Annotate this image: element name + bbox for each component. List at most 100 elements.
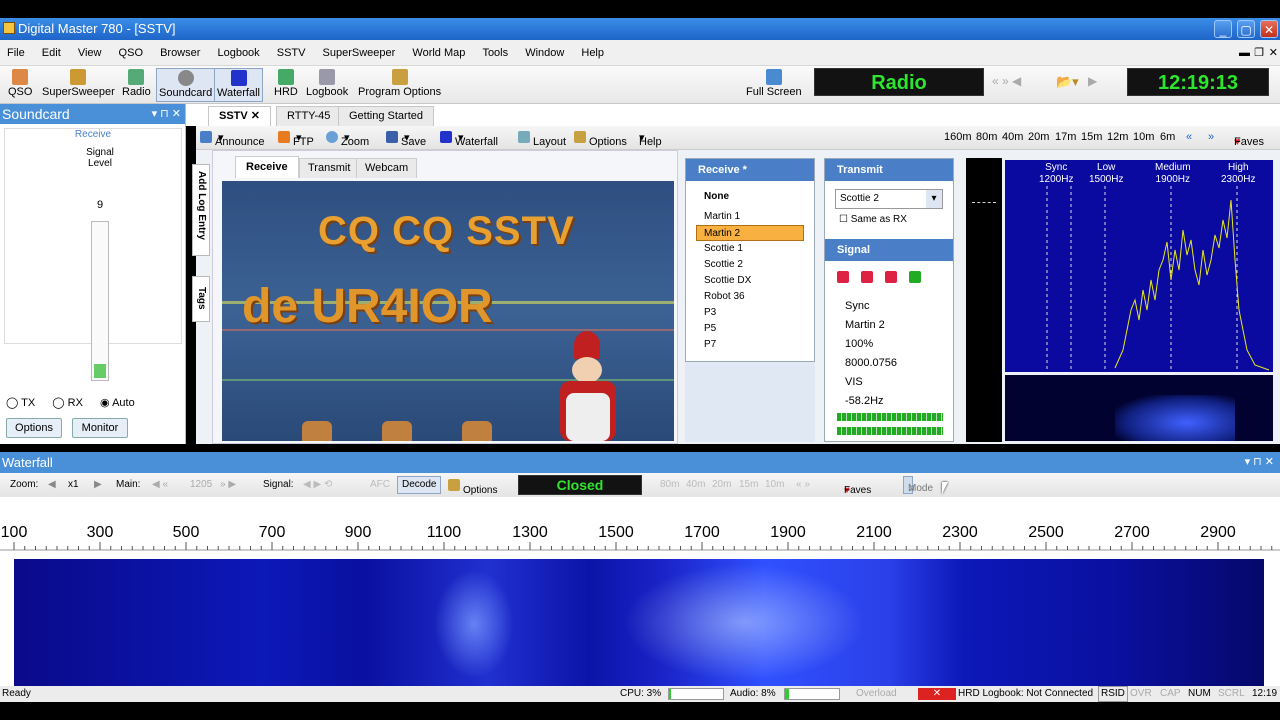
- zoom-right-icon[interactable]: ▶: [94, 479, 102, 490]
- band-10m[interactable]: 10m: [765, 479, 784, 490]
- waterfall-view-button[interactable]: Waterfall ▾: [440, 131, 498, 148]
- band-20m[interactable]: 20m: [712, 479, 731, 490]
- tx-radio[interactable]: ◯ TX: [6, 397, 35, 409]
- band-20m[interactable]: 20m: [1028, 131, 1049, 143]
- signal-nav-icon[interactable]: ◀ ▶ ⟲: [303, 479, 332, 490]
- band-15m[interactable]: 15m: [739, 479, 758, 490]
- waterfall-image[interactable]: [14, 559, 1264, 686]
- maximize-button[interactable]: ▢: [1237, 20, 1255, 38]
- band-15m[interactable]: 15m: [1081, 131, 1102, 143]
- receive-mode-item[interactable]: Scottie 1: [686, 241, 814, 257]
- band-nav-icon[interactable]: « »: [796, 479, 810, 490]
- menu-edit[interactable]: Edit: [35, 40, 68, 66]
- sstv-toolbar: Announce ▾ FTP ▾ Zoom ▾ Save ▾ Waterfall…: [196, 126, 1280, 150]
- decode-button[interactable]: Decode: [397, 476, 442, 494]
- band-40m[interactable]: 40m: [1002, 131, 1023, 143]
- tags-tab[interactable]: Tags: [192, 276, 210, 322]
- menu-view[interactable]: View: [71, 40, 109, 66]
- prev-band-icon[interactable]: «: [1186, 131, 1192, 143]
- menu-world-map[interactable]: World Map: [405, 40, 472, 66]
- receive-mode-item[interactable]: Scottie DX: [686, 273, 814, 289]
- band-80m[interactable]: 80m: [976, 131, 997, 143]
- tab-rtty45[interactable]: RTTY-45: [276, 106, 342, 126]
- panel-close-icon[interactable]: ▾ ⊓ ✕: [1245, 452, 1274, 473]
- menu-help[interactable]: Help: [574, 40, 611, 66]
- tab-sstv[interactable]: SSTV ✕: [208, 106, 272, 126]
- menu-tools[interactable]: Tools: [475, 40, 515, 66]
- menu-qso[interactable]: QSO: [112, 40, 150, 66]
- nav-arrows-icon[interactable]: « » ◀: [992, 74, 1021, 88]
- mdi-restore-icon[interactable]: ❐: [1254, 40, 1264, 66]
- menu-browser[interactable]: Browser: [153, 40, 207, 66]
- next-band-icon[interactable]: »: [1208, 131, 1214, 143]
- same-as-rx-checkbox[interactable]: ☐ Same as RX: [839, 214, 907, 225]
- monitor-button[interactable]: Monitor: [72, 418, 128, 438]
- main-prev-icon[interactable]: ◀ «: [152, 479, 168, 490]
- tab-transmit[interactable]: Transmit: [299, 158, 360, 178]
- auto-radio[interactable]: ◉ Auto: [100, 397, 135, 409]
- tab-getting-started[interactable]: Getting Started: [338, 106, 434, 126]
- soundcard-header: Soundcard ▾ ⊓ ✕: [0, 104, 185, 124]
- band-10m[interactable]: 10m: [1133, 131, 1154, 143]
- qso-button[interactable]: QSO: [6, 68, 34, 102]
- menu-file[interactable]: File: [0, 40, 32, 66]
- help-button[interactable]: Help ▾: [639, 131, 662, 148]
- band-6m[interactable]: 6m: [1160, 131, 1175, 143]
- layout-icon: [518, 131, 530, 143]
- band-160m[interactable]: 160m: [944, 131, 972, 143]
- afc-button[interactable]: AFC: [370, 479, 390, 490]
- hrd-button[interactable]: HRD: [272, 68, 300, 102]
- supersweeper-icon: [70, 69, 87, 85]
- supersweeper-button[interactable]: SuperSweeper: [40, 68, 117, 102]
- zoom-button[interactable]: Zoom ▾: [326, 131, 369, 148]
- minimize-button[interactable]: _: [1214, 20, 1232, 38]
- rx-radio[interactable]: ◯ RX: [52, 397, 83, 409]
- menu-supersweeper[interactable]: SuperSweeper: [316, 40, 403, 66]
- folder-icon[interactable]: 📂▾: [1056, 74, 1079, 90]
- receive-mode-item[interactable]: P3: [686, 305, 814, 321]
- band-12m[interactable]: 12m: [1107, 131, 1128, 143]
- announce-button[interactable]: Announce ▾: [200, 131, 265, 148]
- tab-webcam[interactable]: Webcam: [356, 158, 418, 178]
- logbook-button[interactable]: Logbook: [304, 68, 350, 102]
- receive-mode-item[interactable]: P7: [686, 337, 814, 353]
- receive-mode-item[interactable]: None: [686, 189, 814, 205]
- radio-button[interactable]: Radio: [120, 68, 153, 102]
- receive-mode-item[interactable]: Robot 36: [686, 289, 814, 305]
- menu-logbook[interactable]: Logbook: [210, 40, 266, 66]
- band-80m[interactable]: 80m: [660, 479, 679, 490]
- play-icon[interactable]: ▶: [1088, 74, 1097, 88]
- status-rsid[interactable]: RSID: [1098, 686, 1128, 702]
- receive-mode-item[interactable]: Martin 2: [696, 225, 804, 241]
- panel-close-icon[interactable]: ▾ ⊓ ✕: [152, 104, 181, 124]
- zoom-left-icon[interactable]: ◀: [48, 479, 56, 490]
- waterfall-icon: [440, 131, 452, 143]
- mode-button[interactable]: ♫ Mode: [903, 476, 933, 494]
- receive-mode-item[interactable]: P5: [686, 321, 814, 337]
- soundcard-button[interactable]: Soundcard: [156, 68, 216, 102]
- full-screen-button[interactable]: Full Screen: [744, 68, 804, 102]
- menu-sstv[interactable]: SSTV: [270, 40, 313, 66]
- mdi-minimize-icon[interactable]: ▬: [1239, 40, 1250, 66]
- options-button[interactable]: Options: [6, 418, 62, 438]
- mdi-close-icon[interactable]: ✕: [1269, 40, 1278, 66]
- layout-button[interactable]: Layout: [518, 131, 566, 148]
- save-button[interactable]: Save ▾: [386, 131, 426, 148]
- receive-mode-item[interactable]: Scottie 2: [686, 257, 814, 273]
- program-options-button[interactable]: Program Options: [356, 68, 443, 102]
- close-button[interactable]: ✕: [1260, 20, 1278, 38]
- waterfall-options-button[interactable]: Options: [448, 479, 497, 496]
- band-40m[interactable]: 40m: [686, 479, 705, 490]
- spectrum-label-medium: Medium 1900Hz: [1155, 162, 1191, 185]
- transmit-header: Transmit: [825, 159, 953, 181]
- waterfall-button[interactable]: Waterfall: [214, 68, 263, 102]
- receive-mode-item[interactable]: Martin 1: [686, 209, 814, 225]
- menu-window[interactable]: Window: [518, 40, 571, 66]
- band-17m[interactable]: 17m: [1055, 131, 1076, 143]
- add-log-entry-tab[interactable]: Add Log Entry: [192, 164, 210, 256]
- tab-receive[interactable]: Receive: [235, 156, 299, 178]
- sstv-options-button[interactable]: Options: [574, 131, 627, 148]
- transmit-mode-select[interactable]: Scottie 2 ▾: [835, 189, 943, 209]
- ftp-button[interactable]: FTP ▾: [278, 131, 314, 148]
- main-next-icon[interactable]: » ▶: [220, 479, 236, 490]
